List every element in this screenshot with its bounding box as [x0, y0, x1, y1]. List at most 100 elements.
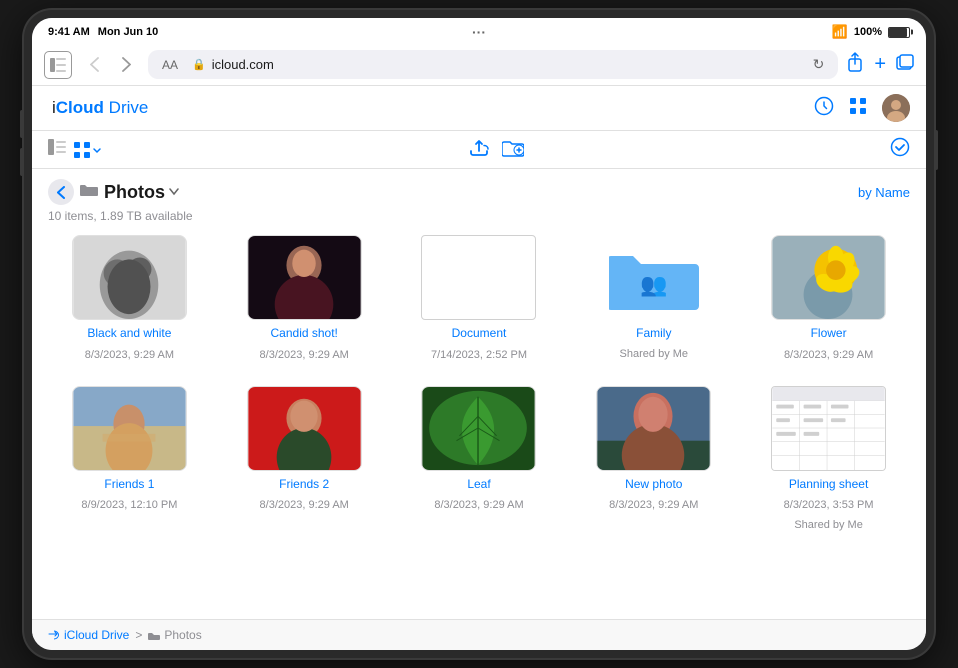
file-thumbnail: 👥: [596, 235, 711, 320]
url-bar[interactable]: AA 🔒 icloud.com ↻: [148, 50, 838, 79]
url-aa: AA: [162, 58, 178, 72]
folder-name[interactable]: Photos: [104, 182, 179, 203]
file-thumbnail: [421, 235, 536, 320]
file-thumbnail: [421, 386, 536, 471]
folder-nav: Photos: [48, 179, 179, 205]
browser-actions: +: [846, 52, 914, 77]
icloud-logo: iCloud Drive: [48, 98, 148, 118]
file-thumbnail: [771, 235, 886, 320]
lock-icon: 🔒: [192, 58, 206, 71]
bottom-bar: iCloud Drive > Photos: [32, 619, 926, 650]
folder-back-button[interactable]: [48, 179, 74, 205]
file-name: New photo: [625, 477, 682, 493]
content-area[interactable]: Photos by Name 10 items, 1.89 TB availab…: [32, 169, 926, 619]
list-item[interactable]: Friends 1 8/9/2023, 12:10 PM: [48, 386, 211, 531]
toolbar: [32, 131, 926, 169]
files-grid: Black and white 8/3/2023, 9:29 AM: [48, 235, 910, 531]
sidebar-toggle-button[interactable]: [44, 51, 72, 79]
status-bar: 9:41 AM Mon Jun 10 ··· 📶 100%: [32, 18, 926, 44]
tabs-button[interactable]: [896, 54, 914, 75]
file-date: 8/3/2023, 9:29 AM: [784, 348, 873, 362]
clock-icon[interactable]: [814, 96, 834, 121]
file-thumbnail: [771, 386, 886, 471]
file-name: Candid shot!: [271, 326, 338, 342]
list-item[interactable]: 👥 Family Shared by Me: [572, 235, 735, 362]
list-item[interactable]: Document 7/14/2023, 2:52 PM: [398, 235, 561, 362]
battery-percent: 100%: [854, 26, 882, 38]
file-name: Document: [452, 326, 507, 342]
file-thumbnail: [596, 386, 711, 471]
folder-header: Photos by Name: [48, 169, 910, 209]
time: 9:41 AM: [48, 26, 90, 38]
file-thumbnail: [247, 235, 362, 320]
date: Mon Jun 10: [98, 26, 159, 38]
list-item[interactable]: Black and white 8/3/2023, 9:29 AM: [48, 235, 211, 362]
select-button[interactable]: [890, 141, 910, 161]
file-thumbnail: [72, 386, 187, 471]
grid-view-button[interactable]: [74, 142, 102, 158]
toolbar-left: [48, 139, 102, 160]
status-left: 9:41 AM Mon Jun 10: [48, 26, 158, 38]
folder-icon: [80, 182, 98, 202]
dots-indicator: ···: [472, 24, 486, 40]
avatar[interactable]: [882, 94, 910, 122]
volume-down-button: [20, 148, 24, 176]
file-date: 8/3/2023, 9:29 AM: [85, 348, 174, 362]
volume-up-button: [20, 110, 24, 138]
file-date: 8/3/2023, 9:29 AM: [609, 498, 698, 512]
document-preview: [475, 247, 483, 309]
back-button[interactable]: [80, 51, 108, 79]
icloud-header: iCloud Drive: [32, 86, 926, 131]
sort-button[interactable]: by Name: [858, 185, 910, 200]
new-folder-button[interactable]: [502, 137, 524, 162]
file-shared: Shared by Me: [620, 348, 688, 360]
share-button[interactable]: [846, 52, 864, 77]
icloud-brand: iCloud Drive: [52, 98, 148, 118]
forward-button[interactable]: [112, 51, 140, 79]
browser-bar: AA 🔒 icloud.com ↻ +: [32, 44, 926, 86]
reload-button[interactable]: ↻: [813, 56, 825, 73]
breadcrumb-photos: Photos: [148, 628, 201, 642]
nav-group: [80, 51, 140, 79]
ipad-frame: 9:41 AM Mon Jun 10 ··· 📶 100%: [24, 10, 934, 658]
svg-text:👥: 👥: [640, 272, 667, 297]
file-date: 8/9/2023, 12:10 PM: [81, 498, 177, 512]
toolbar-right: [890, 137, 910, 162]
battery-icon: [888, 27, 910, 38]
breadcrumb-separator: >: [135, 628, 142, 642]
grid-icon[interactable]: [848, 96, 868, 121]
list-item[interactable]: Planning sheet 8/3/2023, 3:53 PM Shared …: [747, 386, 910, 531]
list-item[interactable]: New photo 8/3/2023, 9:29 AM: [572, 386, 735, 531]
breadcrumb-icloud-drive[interactable]: iCloud Drive: [48, 628, 129, 642]
file-date: 7/14/2023, 2:52 PM: [431, 348, 527, 362]
toolbar-center: [468, 137, 524, 162]
file-name: Friends 1: [104, 477, 154, 493]
file-thumbnail: [247, 386, 362, 471]
file-date: 8/3/2023, 9:29 AM: [260, 498, 349, 512]
file-name: Black and white: [87, 326, 171, 342]
file-name: Leaf: [467, 477, 490, 493]
list-item[interactable]: Flower 8/3/2023, 9:29 AM: [747, 235, 910, 362]
file-date: 8/3/2023, 9:29 AM: [260, 348, 349, 362]
file-name: Flower: [811, 326, 847, 342]
ipad-screen: 9:41 AM Mon Jun 10 ··· 📶 100%: [32, 18, 926, 650]
items-info: 10 items, 1.89 TB available: [48, 209, 910, 235]
list-item[interactable]: Leaf 8/3/2023, 9:29 AM: [398, 386, 561, 531]
file-date: 8/3/2023, 9:29 AM: [434, 498, 523, 512]
add-tab-button[interactable]: +: [874, 53, 886, 76]
file-name: Friends 2: [279, 477, 329, 493]
file-thumbnail: [72, 235, 187, 320]
header-actions: [814, 94, 910, 122]
power-button: [934, 130, 938, 170]
file-name: Family: [636, 326, 671, 342]
list-item[interactable]: Friends 2 8/3/2023, 9:29 AM: [223, 386, 386, 531]
sidebar-view-button[interactable]: [48, 139, 66, 160]
file-shared: Shared by Me: [794, 519, 862, 531]
file-date: 8/3/2023, 3:53 PM: [784, 498, 874, 512]
file-name: Planning sheet: [789, 477, 868, 493]
wifi-icon: 📶: [832, 24, 848, 40]
status-right: 📶 100%: [832, 24, 910, 40]
upload-button[interactable]: [468, 137, 490, 162]
url-text: icloud.com: [212, 57, 274, 72]
list-item[interactable]: Candid shot! 8/3/2023, 9:29 AM: [223, 235, 386, 362]
